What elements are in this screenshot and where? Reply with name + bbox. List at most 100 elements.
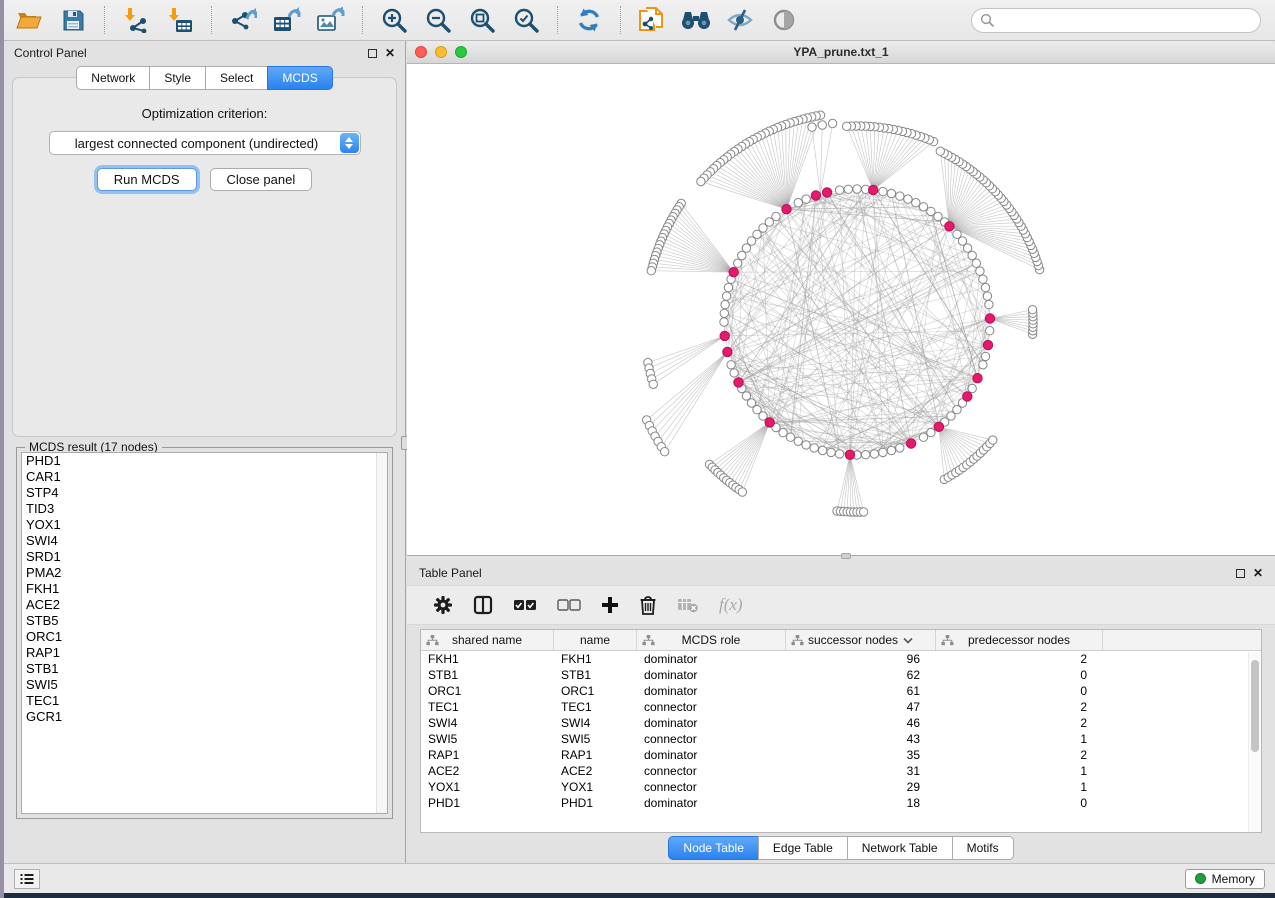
hide-panel-eye-icon[interactable] [725, 5, 755, 35]
optimization-criterion-select[interactable]: largest connected component (undirected) [49, 131, 361, 155]
delete-column-trash-icon[interactable] [639, 595, 657, 615]
mcds-result-item[interactable]: CAR1 [22, 469, 387, 485]
search-field[interactable] [971, 8, 1261, 33]
select-all-checkboxes-icon[interactable] [513, 598, 537, 612]
main-toolbar [4, 0, 1275, 41]
float-panel-icon[interactable] [1236, 569, 1245, 578]
tab-node-table[interactable]: Node Table [668, 836, 758, 860]
close-panel-button[interactable]: Close panel [210, 168, 313, 191]
mcds-result-item[interactable]: SRD1 [22, 549, 387, 565]
scrollbar-thumb[interactable] [1251, 660, 1259, 752]
import-network-icon[interactable] [121, 5, 151, 35]
mcds-result-item[interactable]: YOX1 [22, 517, 387, 533]
close-window-icon[interactable] [415, 46, 427, 58]
zoom-out-icon[interactable] [423, 5, 453, 35]
mcds-result-item[interactable]: SWI5 [22, 677, 387, 693]
mcds-result-item[interactable]: ORC1 [22, 629, 387, 645]
open-folder-icon[interactable] [14, 5, 44, 35]
export-image-icon[interactable] [316, 5, 346, 35]
mcds-result-item[interactable]: STB5 [22, 613, 387, 629]
table-row[interactable]: SWI4SWI4dominator462 [421, 715, 1261, 731]
search-input[interactable] [999, 13, 1252, 27]
table-row[interactable]: ACE2ACE2connector311 [421, 763, 1261, 779]
minimize-window-icon[interactable] [435, 46, 447, 58]
zoom-fit-icon[interactable] [467, 5, 497, 35]
network-canvas[interactable] [407, 64, 1275, 555]
delete-table-icon-disabled [677, 597, 699, 613]
zoom-in-icon[interactable] [379, 5, 409, 35]
mcds-result-item[interactable]: SWI4 [22, 533, 387, 549]
column-header-shared-name[interactable]: shared name [421, 630, 554, 650]
export-table-icon[interactable] [272, 5, 302, 35]
mcds-result-item[interactable]: ACE2 [22, 597, 387, 613]
mcds-result-item[interactable]: FKH1 [22, 581, 387, 597]
mcds-result-item[interactable]: TID3 [22, 501, 387, 517]
tab-motifs[interactable]: Motifs [952, 836, 1014, 860]
table-row[interactable]: FKH1FKH1dominator962 [421, 651, 1261, 667]
memory-button[interactable]: Memory [1185, 869, 1265, 889]
table-scrollbar[interactable] [1248, 652, 1261, 832]
mcds-result-item[interactable]: PHD1 [22, 453, 387, 469]
export-network-icon[interactable] [228, 5, 258, 35]
table-row[interactable]: RAP1RAP1dominator352 [421, 747, 1261, 763]
cytoscape-window: Control Panel ✕ NetworkStyleSelectMCDS O… [4, 0, 1275, 893]
network-column-icon [791, 635, 804, 646]
network-window-titlebar[interactable]: YPA_prune.txt_1 [407, 41, 1275, 64]
table-row[interactable]: SWI5SWI5connector431 [421, 731, 1261, 747]
run-mcds-button[interactable]: Run MCDS [97, 168, 197, 191]
column-header-mcds-role[interactable]: MCDS role [637, 630, 786, 650]
mcds-result-list[interactable]: PHD1CAR1STP4TID3YOX1SWI4SRD1PMA2FKH1ACE2… [21, 452, 388, 814]
import-table-icon[interactable] [165, 5, 195, 35]
save-icon[interactable] [58, 5, 88, 35]
zoom-selected-icon[interactable] [511, 5, 541, 35]
tab-network[interactable]: Network [76, 66, 149, 90]
tab-network-table[interactable]: Network Table [847, 836, 952, 860]
column-header-predecessor-nodes[interactable]: predecessor nodes [936, 630, 1103, 650]
tab-select[interactable]: Select [205, 66, 267, 90]
mcds-result-item[interactable]: RAP1 [22, 645, 387, 661]
column-header-name[interactable]: name [554, 630, 637, 650]
mcds-result-item[interactable]: TEC1 [22, 693, 387, 709]
table-row[interactable]: ORC1ORC1dominator610 [421, 683, 1261, 699]
mcds-result-item[interactable]: GCR1 [22, 709, 387, 725]
close-panel-icon[interactable]: ✕ [385, 47, 395, 59]
task-history-button[interactable] [14, 869, 40, 889]
search-binoculars-icon[interactable] [681, 5, 711, 35]
tab-style[interactable]: Style [149, 66, 205, 90]
column-header-successor-nodes[interactable]: successor nodes [786, 630, 936, 650]
split-columns-icon[interactable] [473, 595, 493, 615]
network-window-title: YPA_prune.txt_1 [407, 45, 1275, 59]
function-builder-icon-disabled: f(x) [719, 595, 743, 615]
toolbar-separator [620, 6, 621, 34]
mcds-result-item[interactable]: STB1 [22, 661, 387, 677]
toolbar-separator [104, 6, 105, 34]
close-panel-icon[interactable]: ✕ [1253, 567, 1263, 579]
apply-layout-icon[interactable] [574, 5, 604, 35]
add-column-icon[interactable] [601, 596, 619, 614]
mcds-result-item[interactable]: PMA2 [22, 565, 387, 581]
table-toolbar: f(x) [407, 585, 1275, 625]
horizontal-split-divider[interactable] [407, 556, 1275, 560]
status-bar: Memory [4, 863, 1275, 893]
tab-mcds[interactable]: MCDS [267, 66, 332, 90]
float-panel-icon[interactable] [368, 49, 377, 58]
list-scrollbar[interactable] [376, 453, 387, 813]
optimization-criterion-label: Optimization criterion: [13, 106, 396, 121]
mcds-result-item[interactable]: STP4 [22, 485, 387, 501]
network-view-window: YPA_prune.txt_1 [407, 41, 1275, 556]
show-panel-eye-icon[interactable] [769, 5, 799, 35]
tab-edge-table[interactable]: Edge Table [758, 836, 847, 860]
gear-icon[interactable] [433, 595, 453, 615]
network-graph[interactable] [407, 64, 1275, 555]
table-row[interactable]: PHD1PHD1dominator180 [421, 795, 1261, 811]
table-row[interactable]: STB1STB1dominator620 [421, 667, 1261, 683]
deselect-all-checkboxes-icon[interactable] [557, 598, 581, 612]
divider-grip[interactable] [841, 553, 851, 559]
clone-network-icon[interactable] [637, 5, 667, 35]
table-row[interactable]: YOX1YOX1connector291 [421, 779, 1261, 795]
toolbar-separator [211, 6, 212, 34]
maximize-window-icon[interactable] [455, 46, 467, 58]
mcds-options-panel: Optimization criterion: largest connecte… [12, 77, 397, 437]
table-row[interactable]: TEC1TEC1connector472 [421, 699, 1261, 715]
memory-label: Memory [1212, 872, 1255, 886]
